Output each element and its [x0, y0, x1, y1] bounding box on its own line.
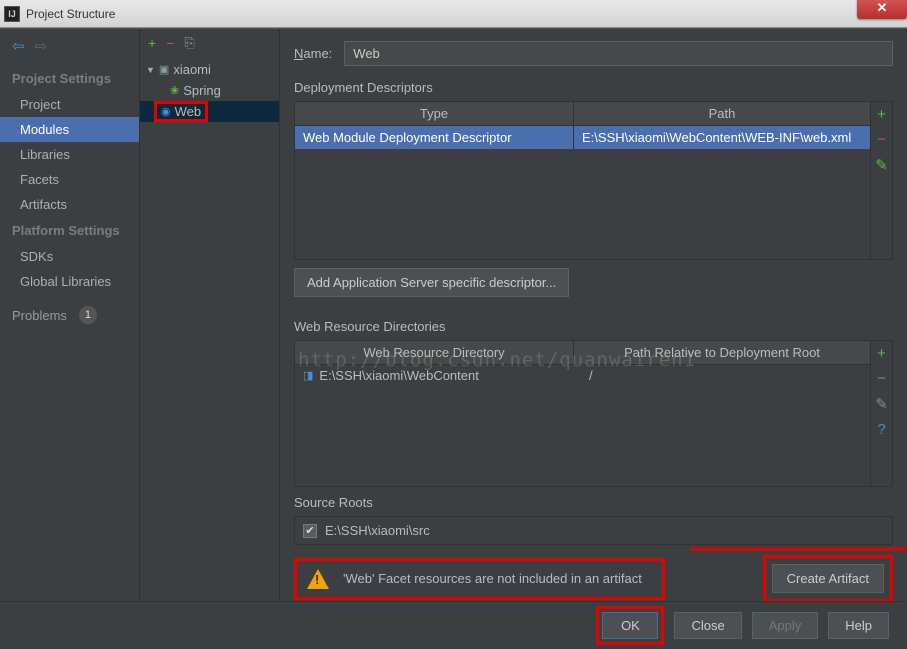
annotation-box: 'Web' Facet resources are not included i… — [294, 558, 665, 600]
add-icon[interactable]: + — [877, 345, 886, 362]
table-row[interactable]: ◨ E:\SSH\xiaomi\WebContent / — [295, 365, 870, 386]
remove-icon[interactable]: − — [877, 131, 886, 148]
cancel-button[interactable]: Close — [674, 612, 741, 639]
edit-icon[interactable]: ✎ — [875, 395, 888, 413]
remove-icon[interactable]: − — [877, 370, 886, 387]
table-header: Web Resource Directory Path Relative to … — [295, 341, 870, 365]
window-close-button[interactable]: ✕ — [857, 0, 907, 19]
col-resource-dir[interactable]: Web Resource Directory — [295, 341, 574, 364]
add-icon[interactable]: + — [877, 106, 886, 123]
source-root-row[interactable]: ✔ E:\SSH\xiaomi\src — [294, 516, 893, 545]
nav-sdks[interactable]: SDKs — [0, 244, 139, 269]
problems-label: Problems — [12, 308, 67, 323]
edit-icon[interactable]: ✎ — [875, 156, 888, 174]
back-arrow-icon[interactable]: ⇦ — [12, 37, 25, 55]
tree-node-web[interactable]: ◉ Web — [140, 101, 279, 122]
dialog-buttons: OK Close Apply Help — [0, 601, 907, 649]
nav-modules[interactable]: Modules — [0, 117, 139, 142]
window-title: Project Structure — [26, 7, 115, 21]
folder-icon: ◨ — [303, 369, 313, 382]
tree-label: Web — [175, 104, 202, 119]
checkbox-checked-icon[interactable]: ✔ — [303, 524, 317, 538]
table-filler — [295, 149, 870, 259]
web-resource-dirs-label: Web Resource Directories — [294, 319, 893, 334]
annotation-box: ◉ Web — [154, 101, 208, 122]
tree-toolbar: + − ⎘ — [140, 35, 279, 59]
remove-icon[interactable]: − — [166, 35, 174, 51]
name-label: Name: — [294, 46, 332, 61]
ok-button[interactable]: OK — [602, 612, 658, 639]
nav-artifacts[interactable]: Artifacts — [0, 192, 139, 217]
nav-problems[interactable]: Problems 1 — [0, 294, 139, 336]
web-icon: ◉ — [161, 105, 171, 118]
annotation-box: OK — [596, 606, 664, 645]
table-row[interactable]: Web Module Deployment Descriptor E:\SSH\… — [295, 126, 870, 149]
nav-global-libraries[interactable]: Global Libraries — [0, 269, 139, 294]
apply-button[interactable]: Apply — [752, 612, 819, 639]
cell-type: Web Module Deployment Descriptor — [295, 126, 574, 149]
tree-label: xiaomi — [173, 62, 211, 77]
add-icon[interactable]: + — [148, 35, 156, 51]
cell-dir: E:\SSH\xiaomi\WebContent — [319, 368, 575, 383]
resource-table: Web Resource Directory Path Relative to … — [294, 340, 893, 487]
warning-icon — [307, 569, 329, 589]
titlebar: IJ Project Structure ✕ — [0, 0, 907, 28]
tree-label: Spring — [183, 83, 221, 98]
warning-row: 'Web' Facet resources are not included i… — [294, 555, 893, 601]
tree-node-spring[interactable]: ❀ Spring — [140, 80, 279, 101]
add-app-server-descriptor-button[interactable]: Add Application Server specific descript… — [294, 268, 569, 297]
col-path[interactable]: Path — [574, 102, 870, 125]
table-side-tools: + − ✎ — [870, 102, 892, 259]
col-deploy-path[interactable]: Path Relative to Deployment Root — [574, 341, 870, 364]
spring-icon: ❀ — [170, 84, 179, 97]
nav-libraries[interactable]: Libraries — [0, 142, 139, 167]
source-roots-label: Source Roots — [294, 495, 893, 510]
forward-arrow-icon[interactable]: ⇨ — [35, 37, 48, 55]
help-icon[interactable]: ? — [877, 421, 885, 438]
chevron-down-icon[interactable]: ▼ — [146, 65, 155, 75]
help-button[interactable]: Help — [828, 612, 889, 639]
project-settings-header: Project Settings — [0, 65, 139, 92]
name-row: Name: — [294, 41, 893, 66]
nav-project[interactable]: Project — [0, 92, 139, 117]
deployment-descriptors-label: Deployment Descriptors — [294, 80, 893, 95]
tree-node-xiaomi[interactable]: ▼ ▣ xiaomi — [140, 59, 279, 80]
col-type[interactable]: Type — [295, 102, 574, 125]
table-header: Type Path — [295, 102, 870, 126]
problems-count-badge: 1 — [79, 306, 97, 324]
settings-nav: ⇦ ⇨ Project Settings Project Modules Lib… — [0, 29, 140, 601]
warning-text: 'Web' Facet resources are not included i… — [343, 571, 642, 586]
source-root-path: E:\SSH\xiaomi\src — [325, 523, 430, 538]
main-area: ⇦ ⇨ Project Settings Project Modules Lib… — [0, 28, 907, 601]
app-icon: IJ — [4, 6, 20, 22]
platform-settings-header: Platform Settings — [0, 217, 139, 244]
copy-icon[interactable]: ⎘ — [184, 35, 194, 51]
annotation-box: Create Artifact — [763, 555, 893, 601]
module-icon: ▣ — [159, 63, 169, 76]
facet-editor: Name: Deployment Descriptors Type Path W… — [280, 29, 907, 601]
table-side-tools: + − ✎ ? — [870, 341, 892, 486]
create-artifact-button[interactable]: Create Artifact — [772, 564, 884, 593]
nav-facets[interactable]: Facets — [0, 167, 139, 192]
cell-rel: / — [581, 368, 862, 383]
deployment-table: Type Path Web Module Deployment Descript… — [294, 101, 893, 260]
table-filler — [295, 386, 870, 486]
cell-path: E:\SSH\xiaomi\WebContent\WEB-INF\web.xml — [574, 126, 870, 149]
nav-history: ⇦ ⇨ — [0, 37, 139, 65]
module-tree: + − ⎘ ▼ ▣ xiaomi ❀ Spring ◉ Web — [140, 29, 280, 601]
name-input[interactable] — [344, 41, 893, 66]
